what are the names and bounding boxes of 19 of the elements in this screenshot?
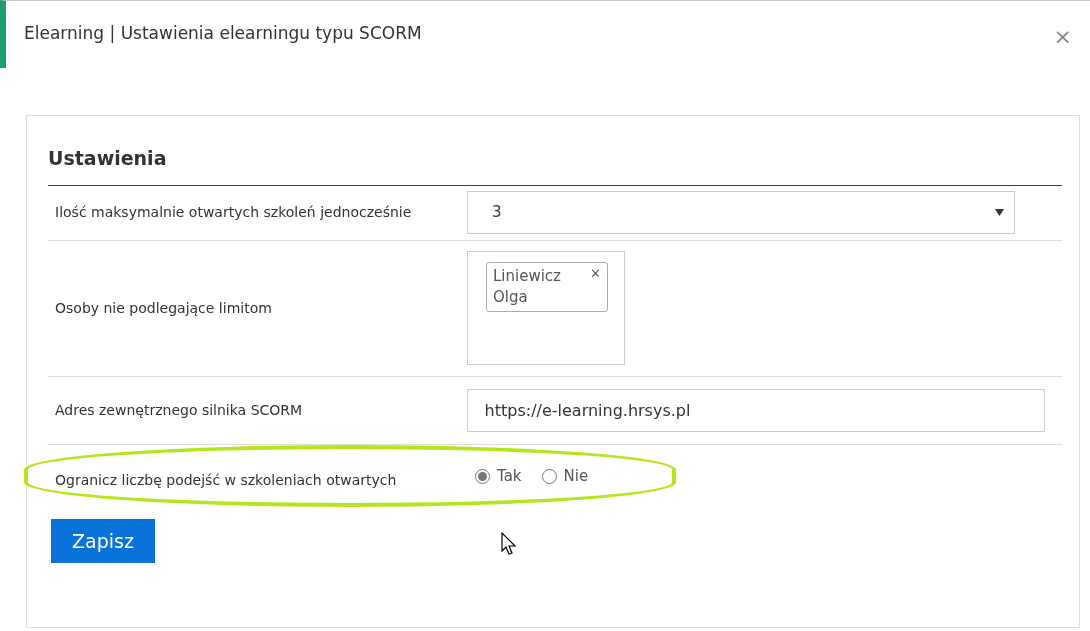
dialog-title: Elearning | Ustawienia elearningu typu SCORM bbox=[24, 21, 422, 45]
caret-icon bbox=[995, 209, 1004, 216]
multi-select-field[interactable]: Liniewicz Olga ✕ bbox=[467, 251, 625, 365]
field-label: Ogranicz liczbę podejść w szkoleniach otwartych bbox=[55, 471, 398, 490]
save-button[interactable]: Zapisz bbox=[51, 518, 155, 563]
field-label: Adres zewnętrznego silnika SCORM bbox=[55, 400, 304, 420]
mouse-cursor-icon bbox=[501, 532, 517, 556]
radio-button[interactable] bbox=[475, 469, 490, 484]
remove-tag-button[interactable]: ✕ bbox=[590, 266, 601, 282]
dropdown-field[interactable]: 3 bbox=[467, 191, 1015, 234]
radio-label[interactable]: Nie bbox=[563, 465, 589, 488]
close-button[interactable]: × bbox=[1049, 20, 1076, 53]
radio-button[interactable] bbox=[541, 469, 557, 484]
panel-heading: Ustawienia bbox=[48, 144, 1062, 186]
radio-label[interactable]: Tak bbox=[497, 465, 522, 488]
url-input-field[interactable]: https://e-learning.hrsys.pl bbox=[466, 388, 1045, 432]
tag-label: Liniewicz Olga bbox=[493, 266, 562, 308]
field-label: Ilość maksymalnie otwartych szkoleń jednocześnie bbox=[55, 203, 413, 222]
field-label: Osoby nie podlegające limitom bbox=[55, 298, 273, 318]
